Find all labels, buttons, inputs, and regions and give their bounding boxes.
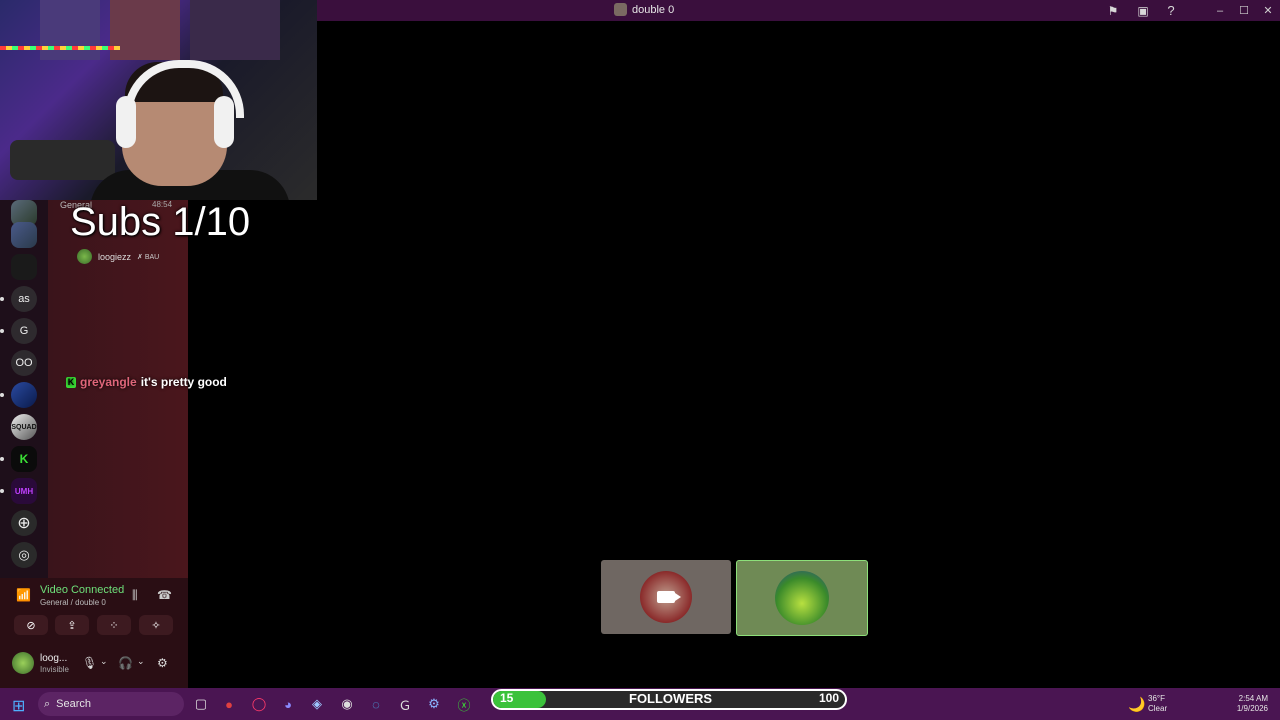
search-placeholder: Search: [56, 698, 92, 710]
wall-poster: [40, 0, 100, 60]
server-icon[interactable]: [11, 254, 37, 280]
logitech-icon[interactable]: Ｇ: [395, 694, 415, 714]
microphone-icon[interactable]: 🎙: [82, 656, 97, 670]
avatar: [640, 571, 692, 623]
window-title: double 0: [614, 3, 674, 16]
windows-start-icon[interactable]: ⊞: [12, 696, 25, 716]
add-server-icon[interactable]: ⊕: [11, 510, 37, 536]
settings-icon[interactable]: ⚙: [424, 694, 444, 714]
unread-pip: [0, 329, 4, 333]
system-clock[interactable]: 2:54 AM 1/9/2026: [1230, 694, 1268, 714]
activities-button[interactable]: ⁘: [97, 615, 131, 635]
user-status: Invisible: [40, 665, 69, 674]
settings-gear-icon[interactable]: ⚙: [157, 656, 168, 670]
opera-icon[interactable]: ◯: [249, 694, 269, 714]
noise-suppression-icon[interactable]: ⫼: [132, 588, 138, 603]
inbox-icon[interactable]: ▣: [1128, 0, 1158, 21]
app-icon[interactable]: ●: [219, 694, 239, 714]
kick-icon: K: [66, 376, 76, 388]
headset-left: [116, 96, 136, 148]
window-title-text: double 0: [632, 3, 675, 16]
camera-off-button[interactable]: ⊘: [14, 615, 48, 635]
clock-date: 1/9/2026: [1236, 704, 1268, 713]
weather-widget[interactable]: 36°F Clear: [1148, 694, 1167, 714]
discover-icon[interactable]: ◎: [11, 542, 37, 568]
headset-right: [214, 96, 234, 148]
unread-pip: [0, 457, 4, 461]
avatar[interactable]: [12, 652, 34, 674]
followers-label: FOLLOWERS: [629, 691, 713, 706]
temperature: 36°F: [1148, 694, 1165, 703]
channel-avatar: [614, 3, 627, 16]
app-icon[interactable]: ◌: [366, 694, 386, 714]
server-g[interactable]: G: [11, 318, 37, 344]
participant-tile[interactable]: [601, 560, 731, 634]
participant-tile-speaking[interactable]: [736, 560, 868, 636]
server-icon[interactable]: [11, 382, 37, 408]
followers-goal: 100: [819, 691, 840, 705]
server-oo[interactable]: OO: [11, 350, 37, 376]
user-name[interactable]: loog...: [40, 653, 67, 664]
screen-share-button[interactable]: ⇪: [55, 615, 89, 635]
led-lights: [0, 46, 120, 50]
moon-icon[interactable]: 🌙: [1128, 696, 1145, 713]
obs-icon[interactable]: ◉: [337, 694, 357, 714]
voice-user-name: loogiezz: [98, 251, 132, 262]
microphone: [10, 140, 115, 180]
unread-pip: [0, 489, 4, 493]
voice-connection-panel: 📶 Video Connected General / double 0 ⫼ ☎…: [0, 578, 188, 688]
xbox-icon[interactable]: ⓧ: [454, 694, 474, 714]
steam-icon[interactable]: ◈: [307, 694, 327, 714]
unread-pip: [0, 297, 4, 301]
server-rail: as G OO SQUAD K UMH ⊕ ◎: [0, 200, 48, 578]
wall-poster: [110, 0, 180, 60]
title-icons: ⚑ ▣ ? – ☐ ✕: [1098, 0, 1280, 21]
headphones-icon[interactable]: 🎧: [118, 656, 133, 670]
chat-message: K greyangle it's pretty good: [66, 375, 227, 389]
subs-goal-overlay: Subs 1/10: [70, 200, 251, 244]
voice-status: Video Connected: [40, 584, 125, 596]
discord-icon[interactable]: ◕: [278, 694, 298, 714]
clock-time: 2:54 AM: [1238, 694, 1268, 703]
server-kick-twitch[interactable]: K: [11, 446, 37, 472]
chat-username: greyangle: [80, 375, 137, 389]
flag-icon[interactable]: ⚑: [1098, 0, 1128, 21]
wall-poster: [190, 0, 280, 60]
server-umh[interactable]: UMH: [11, 478, 37, 504]
followers-current: 15: [500, 691, 514, 705]
voice-user[interactable]: loogiezz ✗ BAU: [77, 249, 159, 264]
task-view-icon[interactable]: ▢: [191, 694, 211, 714]
unread-pip: [0, 393, 4, 397]
maximize-icon[interactable]: ☐: [1232, 0, 1256, 21]
chevron-down-icon[interactable]: ⌄: [137, 656, 145, 667]
search-icon: ⌕: [44, 697, 51, 710]
minimize-icon[interactable]: –: [1208, 0, 1232, 21]
kick-icon: K: [19, 452, 29, 466]
voice-user-badge: ✗ BAU: [137, 253, 160, 261]
chevron-down-icon[interactable]: ⌄: [100, 656, 108, 667]
avatar: [775, 571, 829, 625]
camera-icon: [657, 591, 681, 603]
chat-text: it's pretty good: [140, 375, 227, 389]
webcam-feed: [0, 0, 317, 200]
voice-channel-path[interactable]: General / double 0: [40, 598, 106, 607]
signal-icon[interactable]: 📶: [16, 588, 31, 602]
disconnect-icon[interactable]: ☎: [157, 588, 172, 602]
server-squad[interactable]: SQUAD: [11, 414, 37, 440]
server-as[interactable]: as: [11, 286, 37, 312]
avatar: [77, 249, 92, 264]
close-icon[interactable]: ✕: [1256, 0, 1280, 21]
help-icon[interactable]: ?: [1158, 0, 1184, 24]
taskbar-search[interactable]: ⌕ Search: [38, 692, 184, 716]
weather-condition: Clear: [1148, 704, 1168, 713]
soundboard-button[interactable]: ✧: [139, 615, 173, 635]
server-icon[interactable]: [11, 222, 37, 248]
